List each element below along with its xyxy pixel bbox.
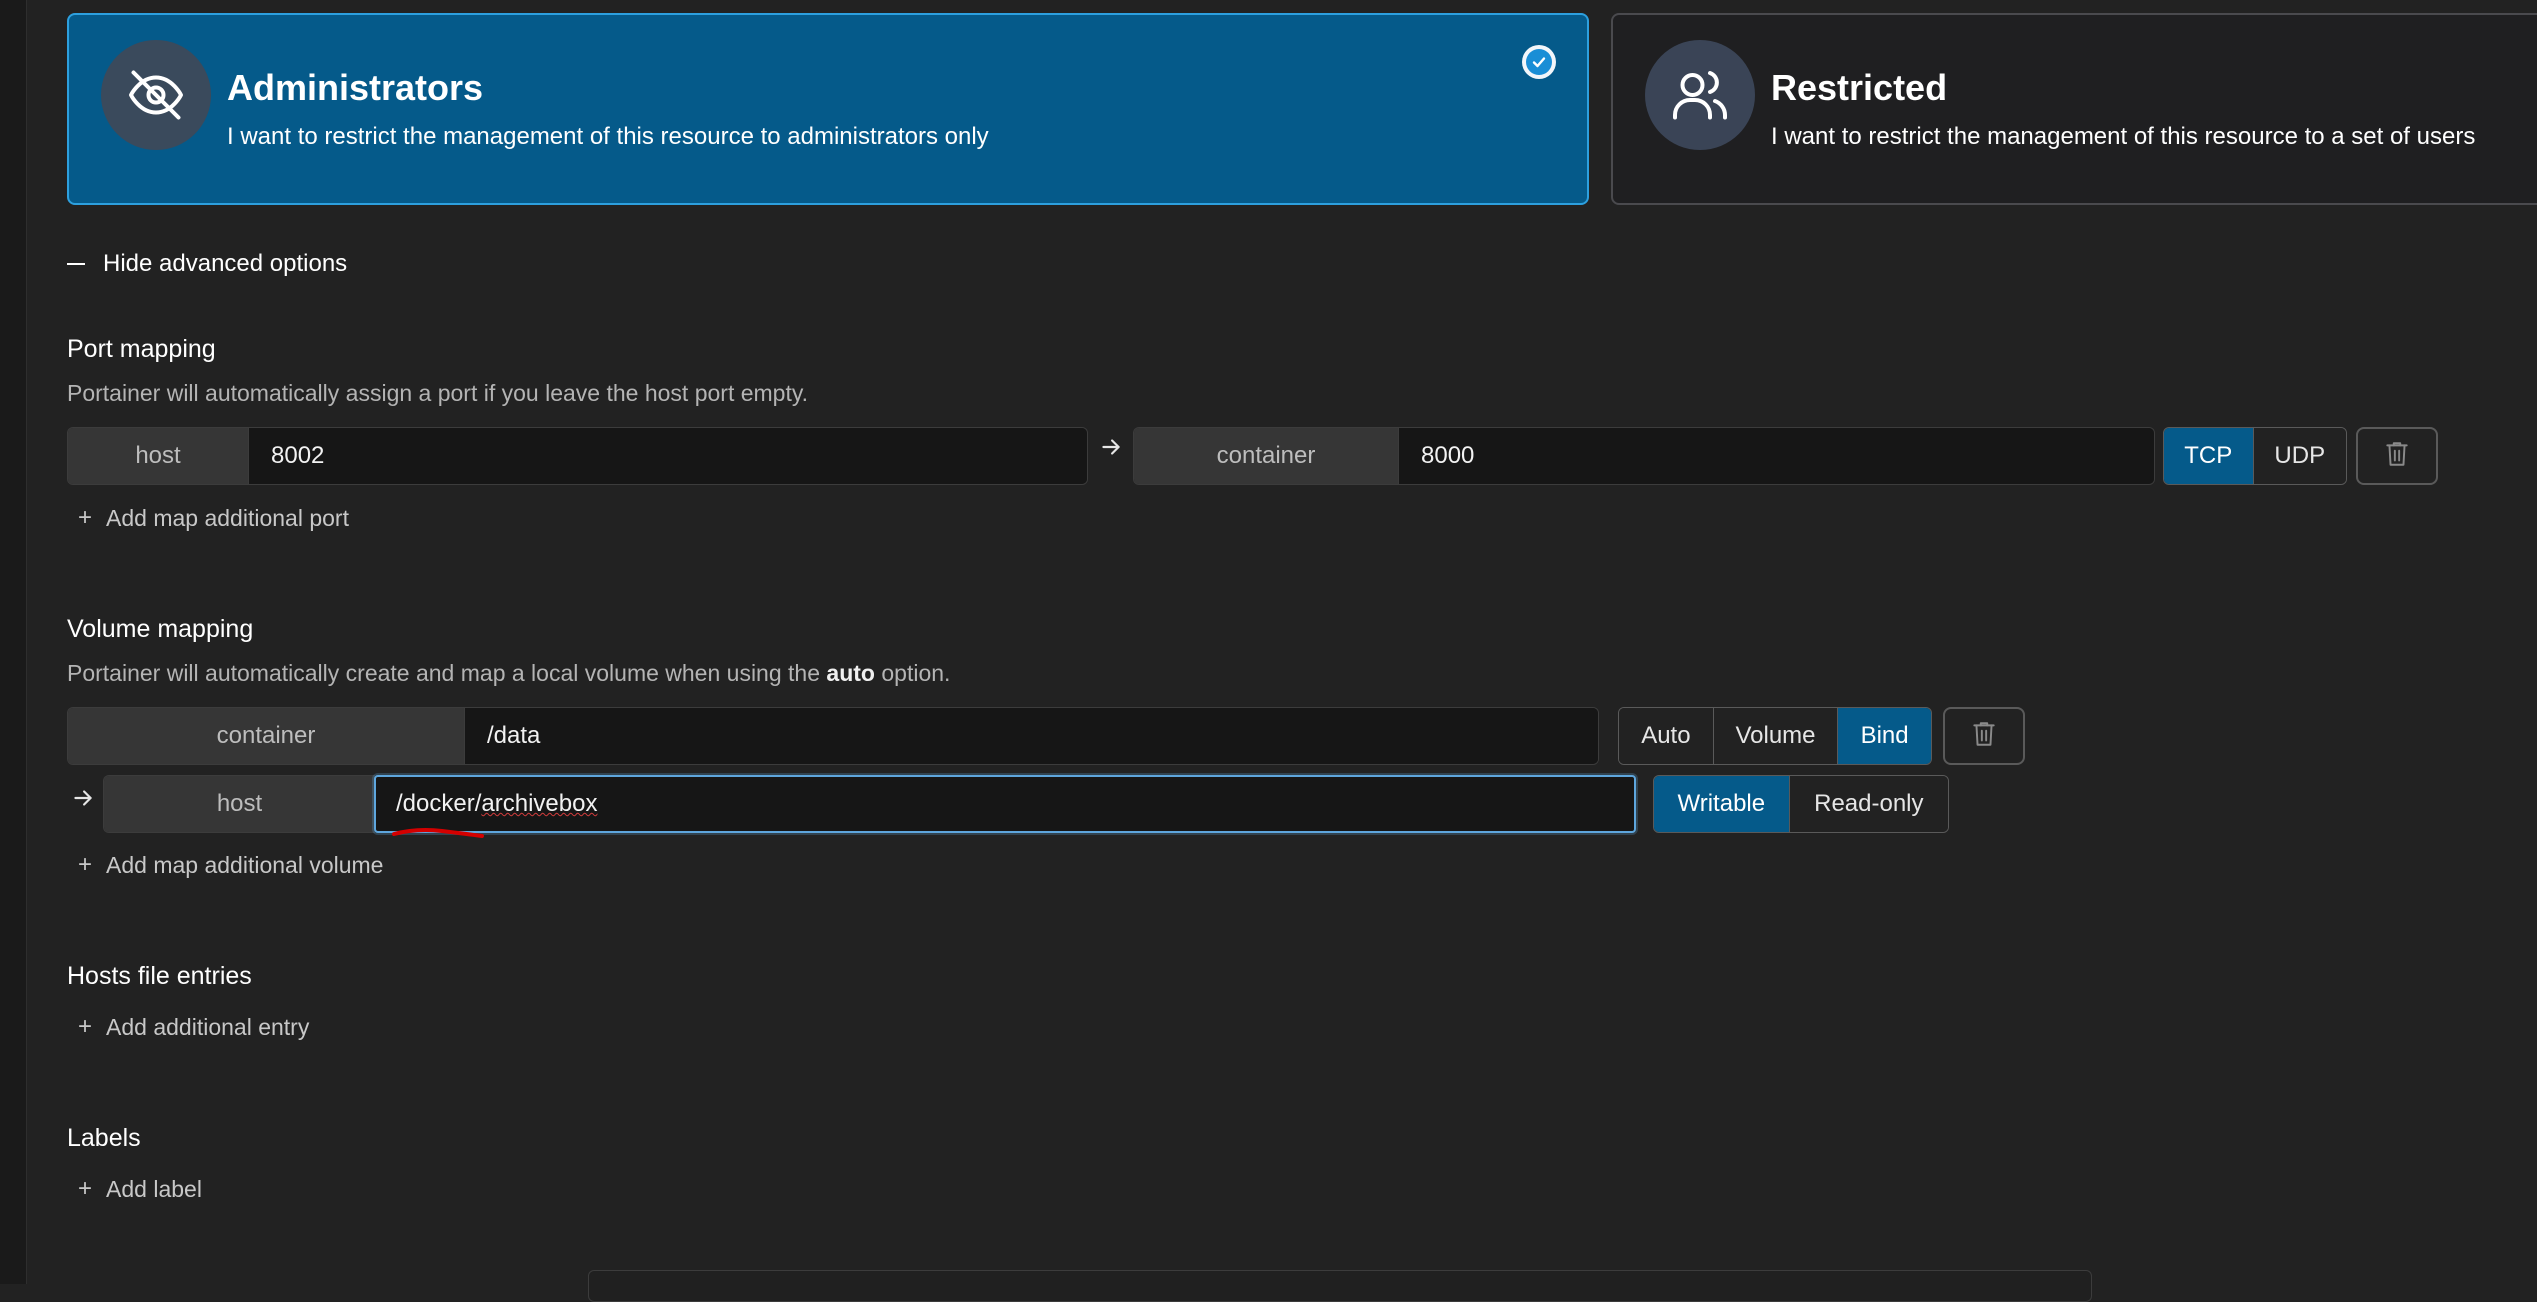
add-label-button[interactable]: + Add label — [78, 1175, 202, 1203]
volume-help-suffix: option. — [874, 660, 951, 686]
container-volume-label: container — [68, 708, 465, 764]
remove-port-button[interactable] — [2356, 427, 2438, 485]
access-card-restricted[interactable]: Restricted I want to restrict the manage… — [1611, 13, 2537, 205]
hosts-file-title: Hosts file entries — [67, 962, 252, 990]
volume-mapping-help: Portainer will automatically create and … — [67, 660, 950, 687]
access-card-description: I want to restrict the management of thi… — [227, 123, 989, 150]
trash-icon — [2384, 440, 2410, 473]
port-mapping-title: Port mapping — [67, 335, 216, 363]
container-port-label: container — [1134, 428, 1399, 484]
add-port-button[interactable]: + Add map additional port — [78, 504, 349, 532]
protocol-toggle: TCP UDP — [2163, 427, 2347, 485]
access-card-description: I want to restrict the management of thi… — [1771, 123, 2476, 150]
access-card-title: Administrators — [227, 67, 484, 108]
container-port-group: container — [1133, 427, 2155, 485]
labels-title: Labels — [67, 1124, 141, 1152]
add-volume-label: Add map additional volume — [106, 851, 384, 878]
host-volume-input[interactable]: /docker/archivebox — [374, 775, 1636, 833]
volume-mode-readonly-button[interactable]: Read-only — [1789, 776, 1948, 832]
volume-help-bold: auto — [826, 660, 875, 686]
plus-icon: + — [78, 1013, 93, 1040]
host-port-input[interactable] — [249, 428, 1087, 484]
protocol-tcp-button[interactable]: TCP — [2164, 428, 2254, 484]
container-config-page: Administrators I want to restrict the ma… — [0, 0, 2537, 1302]
host-volume-label-group: host — [103, 775, 375, 833]
bottom-panel — [588, 1270, 2092, 1302]
access-card-administrators[interactable]: Administrators I want to restrict the ma… — [67, 13, 1589, 205]
plus-icon: + — [78, 504, 93, 531]
check-icon — [1522, 45, 1556, 79]
protocol-udp-button[interactable]: UDP — [2253, 428, 2346, 484]
add-host-entry-label: Add additional entry — [106, 1013, 310, 1040]
plus-icon: + — [78, 1175, 93, 1202]
port-mapping-help: Portainer will automatically assign a po… — [67, 380, 809, 406]
remove-volume-button[interactable] — [1943, 707, 2025, 765]
volume-help-text: Portainer will automatically create and … — [67, 660, 827, 686]
arrow-right-icon — [70, 785, 96, 818]
trash-icon — [1971, 720, 1997, 753]
access-card-title: Restricted — [1771, 67, 1948, 108]
eye-off-icon — [101, 40, 211, 150]
volume-mode-writable-button[interactable]: Writable — [1654, 776, 1790, 832]
container-volume-input[interactable] — [465, 708, 1598, 764]
add-label-label: Add label — [106, 1175, 202, 1202]
volume-type-toggle: Auto Volume Bind — [1618, 707, 1932, 765]
volume-type-auto-button[interactable]: Auto — [1619, 708, 1714, 764]
users-icon — [1645, 40, 1755, 150]
container-port-input[interactable] — [1399, 428, 2154, 484]
minus-icon — [67, 263, 85, 265]
plus-icon: + — [78, 851, 93, 878]
advanced-toggle-label: Hide advanced options — [103, 250, 348, 277]
host-port-label: host — [68, 428, 249, 484]
volume-type-bind-button[interactable]: Bind — [1838, 708, 1931, 764]
add-host-entry-button[interactable]: + Add additional entry — [78, 1013, 309, 1041]
volume-mapping-title: Volume mapping — [67, 615, 254, 643]
add-port-label: Add map additional port — [106, 504, 349, 531]
volume-type-volume-button[interactable]: Volume — [1713, 708, 1839, 764]
host-path-misspelled: archivebox — [481, 790, 598, 817]
red-underline-annotation — [392, 828, 484, 838]
volume-mode-toggle: Writable Read-only — [1653, 775, 1949, 833]
container-volume-group: container — [67, 707, 1599, 765]
host-port-group: host — [67, 427, 1088, 485]
add-volume-button[interactable]: + Add map additional volume — [78, 851, 383, 879]
hide-advanced-options-toggle[interactable]: Hide advanced options — [67, 250, 347, 278]
host-path-prefix: /docker/ — [396, 790, 482, 817]
host-volume-label: host — [104, 776, 375, 832]
arrow-right-icon — [1098, 434, 1124, 467]
